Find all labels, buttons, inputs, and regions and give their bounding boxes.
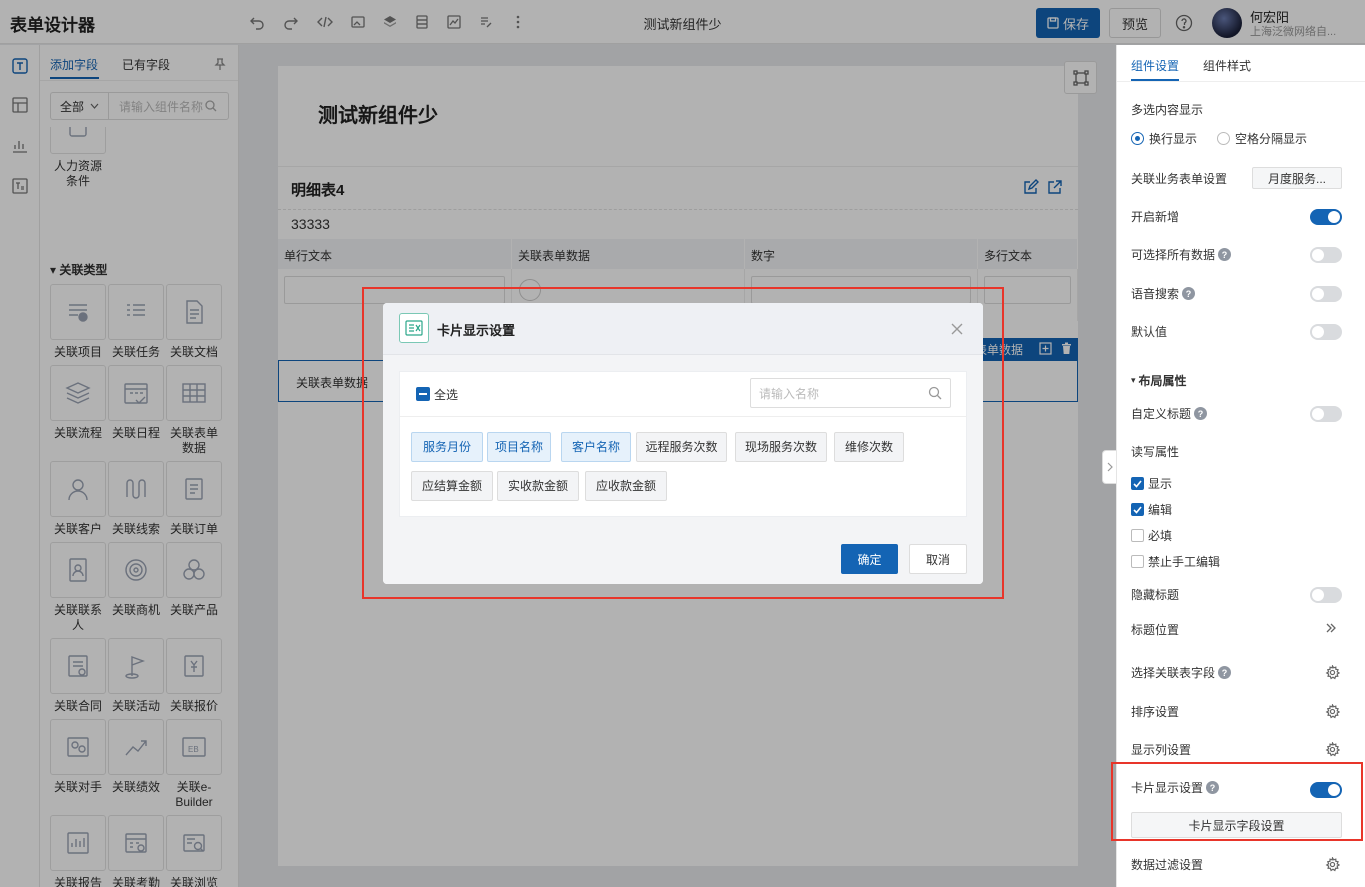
hide-title-toggle[interactable] [1310,587,1342,603]
field-chip[interactable]: 客户名称 [561,432,631,462]
highlight-box [1111,762,1363,841]
layout-section-label: 布局属性 [1138,374,1187,388]
question-icon[interactable]: ? [1194,407,1208,420]
question-icon[interactable]: ? [1218,248,1232,261]
search-placeholder: 请输入名称 [759,386,820,401]
enable-add-label: 开启新增 [1131,210,1180,224]
field-chip[interactable]: 远程服务次数 [636,432,727,462]
checkbox [1131,477,1144,490]
checkbox-label: 显示 [1148,477,1173,491]
checkbox [1131,503,1144,516]
radio-button [1131,132,1144,145]
field-chip[interactable]: 维修次数 [834,432,904,462]
sort-label: 排序设置 [1131,705,1180,719]
checkbox [1131,555,1144,568]
hide-title-label: 隐藏标题 [1131,588,1180,602]
radio-newline[interactable]: 换行显示 [1131,130,1197,147]
gear-icon[interactable] [1325,857,1340,872]
field-chip[interactable]: 项目名称 [487,432,551,462]
select-fields-row: 选择关联表字段? [1131,664,1232,681]
tab-component-settings[interactable]: 组件设置 [1131,57,1179,74]
checkbox-label: 编辑 [1148,503,1173,517]
confirm-button[interactable]: 确定 [841,544,898,574]
field-chip[interactable]: 现场服务次数 [735,432,827,462]
modal-title: 卡片显示设置 [437,323,516,338]
select-all-data-row: 可选择所有数据? [1131,246,1232,263]
gear-icon[interactable] [1325,742,1340,757]
radio-button [1217,132,1230,145]
tab-component-style[interactable]: 组件样式 [1203,57,1251,74]
checkbox-show[interactable]: 显示 [1131,475,1172,492]
checkbox-label: 禁止手工编辑 [1148,555,1221,569]
question-icon[interactable]: ? [1218,666,1232,679]
relate-form-button[interactable]: 月度服务... [1252,167,1342,189]
chevron-right-icon [1107,462,1113,472]
radio-label: 空格分隔显示 [1235,132,1308,146]
voice-search-row: 语音搜索? [1131,285,1196,302]
caret-down-icon: ▾ [1131,375,1136,385]
field-chip[interactable]: 应结算金额 [411,471,493,501]
field-chip[interactable]: 服务月份 [411,432,483,462]
voice-search-toggle[interactable] [1310,286,1342,302]
card-settings-icon [399,313,429,343]
layout-section-header[interactable]: ▾ 布局属性 [1131,372,1187,389]
question-icon[interactable]: ? [1182,287,1196,300]
double-chevron-right-icon[interactable] [1325,622,1339,636]
custom-title-row: 自定义标题? [1131,405,1208,422]
gear-icon[interactable] [1325,704,1340,719]
collapse-handle[interactable] [1102,450,1116,484]
card-display-modal: 卡片显示设置 全选 请输入名称 服务月份 项目名称 客户名称 远程服务次数 现场服务次数… [383,303,983,584]
check-all-checkbox[interactable] [416,387,430,401]
tabs-divider [1117,81,1365,82]
radio-space[interactable]: 空格分隔显示 [1217,130,1307,147]
relate-form-label: 关联业务表单设置 [1131,172,1228,186]
multi-display-label: 多选内容显示 [1131,103,1204,117]
title-position-label: 标题位置 [1131,623,1180,637]
cancel-button[interactable]: 取消 [909,544,967,574]
checkbox-edit[interactable]: 编辑 [1131,501,1172,518]
custom-title-label: 自定义标题 [1131,407,1192,421]
gear-icon[interactable] [1325,665,1340,680]
radio-label: 换行显示 [1149,132,1198,146]
search-icon [928,386,942,400]
voice-search-label: 语音搜索 [1131,287,1180,301]
field-search-input[interactable]: 请输入名称 [750,378,951,408]
close-icon[interactable] [950,322,964,336]
columns-label: 显示列设置 [1131,743,1192,757]
field-chip[interactable]: 应收款金额 [585,471,667,501]
rw-label: 读写属性 [1131,445,1180,459]
checkbox-required[interactable]: 必填 [1131,527,1172,544]
default-value-toggle[interactable] [1310,324,1342,340]
check-all-label[interactable]: 全选 [434,386,458,403]
select-all-data-label: 可选择所有数据 [1131,248,1216,262]
checkbox [1131,529,1144,542]
default-value-label: 默认值 [1131,325,1168,339]
checkbox-label: 必填 [1148,529,1173,543]
select-fields-label: 选择关联表字段 [1131,666,1216,680]
field-chip[interactable]: 实收款金额 [497,471,579,501]
filter-label: 数据过滤设置 [1131,858,1204,872]
enable-add-toggle[interactable] [1310,209,1342,225]
checkbox-no-manual-edit[interactable]: 禁止手工编辑 [1131,553,1220,570]
custom-title-toggle[interactable] [1310,406,1342,422]
card-divider [399,416,967,417]
select-all-data-toggle[interactable] [1310,247,1342,263]
